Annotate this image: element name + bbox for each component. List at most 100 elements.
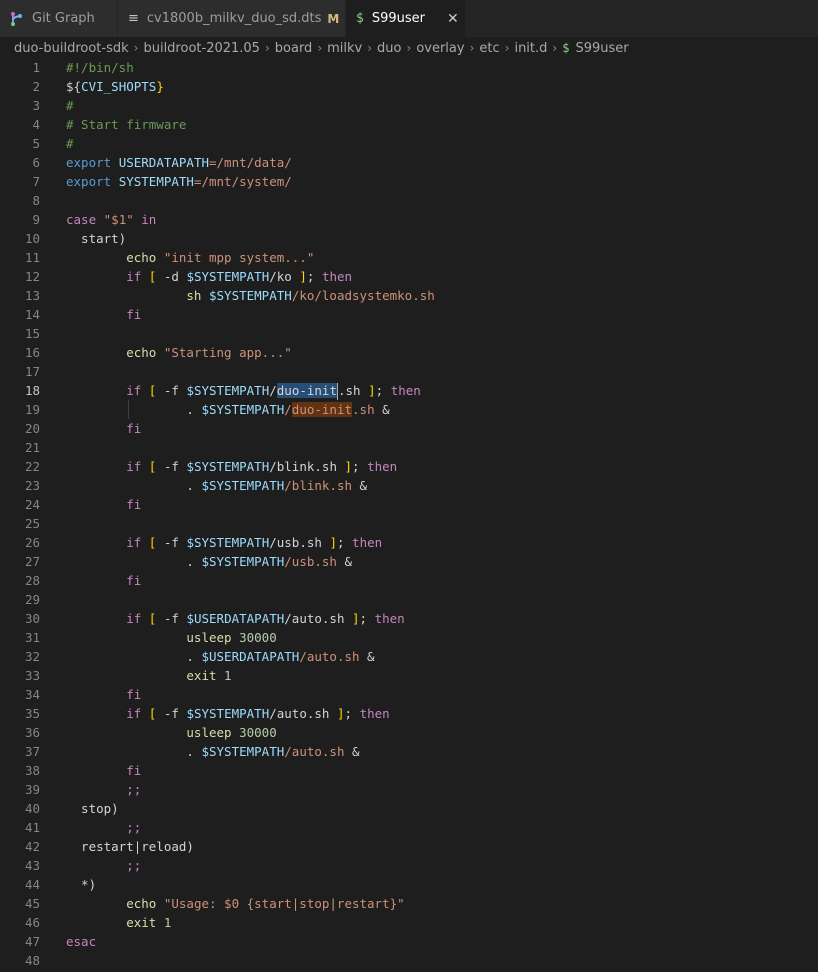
chevron-right-icon: › [317, 41, 323, 55]
code-line: 26 if [ -f $SYSTEMPATH/usb.sh ]; then [0, 533, 818, 552]
breadcrumb-item[interactable]: duo [377, 41, 401, 56]
code-token: /auto.sh [269, 706, 337, 721]
code-line: 20 fi [0, 419, 818, 438]
code-text: if [ -f $SYSTEMPATH/duo-init.sh ]; then [66, 381, 421, 400]
breadcrumb-file-label: S99user [575, 40, 629, 56]
tab-dts-file[interactable]: ≡ cv1800b_milkv_duo_sd.dts M [118, 0, 346, 37]
line-number: 7 [32, 174, 40, 189]
code-line: 46 exit 1 [0, 913, 818, 932]
code-token: # [66, 136, 74, 151]
line-number: 23 [24, 478, 40, 493]
code-text: . $SYSTEMPATH/auto.sh & [66, 742, 359, 761]
code-token: in [133, 212, 157, 227]
code-line: 4 # Start firmware [0, 115, 818, 134]
code-token: & [336, 554, 353, 569]
code-token: & [352, 478, 368, 493]
breadcrumb-item[interactable]: overlay [416, 41, 464, 56]
code-token: 1 [224, 668, 232, 683]
breadcrumb-item[interactable]: milkv [327, 41, 362, 56]
code-token: . [66, 402, 202, 417]
code-text: export USERDATAPATH=/mnt/data/ [66, 153, 292, 172]
code-token: ] [344, 459, 353, 474]
code-editor[interactable]: 1 #!/bin/sh 2 ${CVI_SHOPTS} 3 #4 # Start firmw… [0, 57, 818, 972]
code-line: 31 usleep 30000 [0, 628, 818, 647]
code-line: 19 . $SYSTEMPATH/duo-init.sh & [0, 400, 818, 419]
code-token: if [66, 459, 149, 474]
code-line: 33 exit 1 [0, 666, 818, 685]
breadcrumb-file[interactable]: $ S99user [562, 41, 628, 56]
code-token: $SYSTEMPATH [186, 383, 270, 398]
match-highlight: duo-init [291, 402, 353, 417]
code-token: then [390, 383, 421, 398]
code-text: fi [66, 761, 141, 780]
breadcrumb-item[interactable]: buildroot-2021.05 [143, 41, 259, 56]
breadcrumb-item[interactable]: board [275, 41, 313, 56]
code-token: $SYSTEMPATH [201, 744, 285, 759]
line-number: 15 [24, 326, 40, 341]
code-token: ;; [66, 858, 142, 873]
code-token: ; [306, 269, 322, 284]
code-token: $SYSTEMPATH [201, 478, 285, 493]
code-text: . $SYSTEMPATH/blink.sh & [66, 476, 367, 495]
code-token: / [284, 402, 292, 417]
line-number: 22 [24, 459, 40, 474]
tab-s99user[interactable]: $ S99user ✕ [346, 0, 466, 37]
line-number: 35 [24, 706, 40, 721]
line-number: 28 [24, 573, 40, 588]
code-token: then [359, 706, 390, 721]
code-text: ;; [66, 780, 141, 799]
code-token: #!/bin/sh [66, 60, 134, 75]
line-number: 42 [24, 839, 40, 854]
code-line: 13 sh $SYSTEMPATH/ko/loadsystemko.sh [0, 286, 818, 305]
code-line: 34 fi [0, 685, 818, 704]
code-text: ;; [66, 818, 141, 837]
code-line: 41 ;; [0, 818, 818, 837]
code-token: fi [66, 573, 142, 588]
code-text: usleep 30000 [66, 723, 277, 742]
code-token: echo [66, 896, 164, 911]
line-number: 17 [24, 364, 40, 379]
line-number: 30 [24, 611, 40, 626]
code-line: 30 if [ -f $USERDATAPATH/auto.sh ]; then [0, 609, 818, 628]
code-token: fi [66, 763, 142, 778]
code-token: =/mnt/data/ [209, 155, 292, 170]
code-line: 18 if [ -f $SYSTEMPATH/duo-init.sh ]; th… [0, 381, 818, 400]
code-token: "$1" [103, 212, 134, 227]
line-number: 31 [24, 630, 40, 645]
tab-label: Git Graph [32, 11, 95, 26]
tab-git-graph[interactable]: Git Graph [0, 0, 118, 37]
breadcrumb-item[interactable]: duo-buildroot-sdk [14, 41, 129, 56]
code-token: $SYSTEMPATH [186, 535, 270, 550]
code-token: /usb.sh [284, 554, 337, 569]
code-text: esac [66, 932, 96, 951]
code-token: $SYSTEMPATH [209, 288, 292, 303]
code-token: if [66, 383, 149, 398]
code-text: fi [66, 685, 141, 704]
code-token: usleep [66, 630, 240, 645]
code-token: -f [156, 459, 187, 474]
code-token: echo [66, 250, 164, 265]
code-token: } [156, 79, 164, 94]
code-line: 24 fi [0, 495, 818, 514]
chevron-right-icon: › [133, 41, 139, 55]
code-token: $USERDATAPATH [201, 649, 300, 664]
line-number: 16 [24, 345, 40, 360]
code-token: 30000 [239, 725, 277, 740]
code-text: exit 1 [66, 666, 232, 685]
code-text: *) [66, 875, 96, 894]
code-line: 36 usleep 30000 [0, 723, 818, 742]
breadcrumb-item[interactable]: init.d [514, 41, 547, 56]
line-number: 37 [24, 744, 40, 759]
code-token: export [66, 174, 119, 189]
code-line: 8 [0, 191, 818, 210]
code-token: echo [66, 345, 164, 360]
code-token: -f [156, 706, 187, 721]
close-icon[interactable]: ✕ [447, 11, 459, 27]
code-token: /blink.sh [269, 459, 345, 474]
code-text: echo "init mpp system..." [66, 248, 314, 267]
code-line: 15 [0, 324, 818, 343]
code-token: export [66, 155, 119, 170]
line-number: 11 [24, 250, 40, 265]
breadcrumb-item[interactable]: etc [479, 41, 499, 56]
code-token: "Starting app..." [163, 345, 292, 360]
